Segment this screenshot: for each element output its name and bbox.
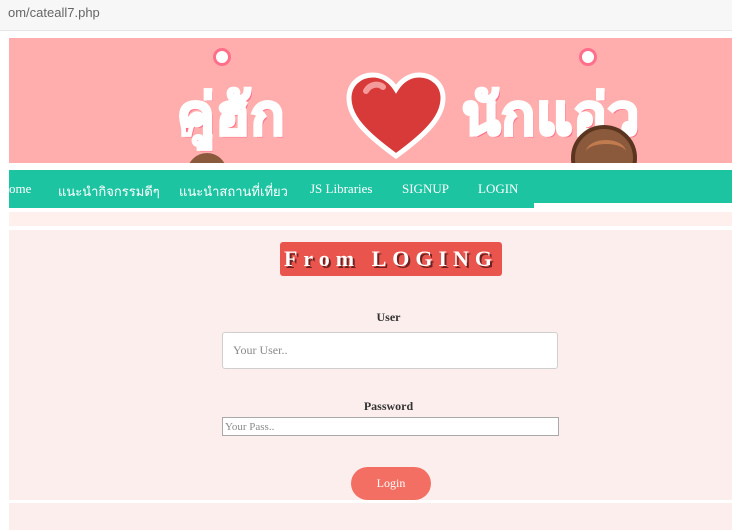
decor-dot [579,48,597,66]
nav-places[interactable]: แนะนำสถานที่เที่ยว [179,181,288,202]
decor-dot [213,48,231,66]
form-title: From LOGING [280,242,502,276]
spacer-band [9,212,732,226]
banner-title-left: คู่ฮัก [176,82,287,150]
nav-signup[interactable]: SIGNUP [402,181,449,197]
header-banner: คู่ฮัก นักแอ่ว [9,38,732,163]
user-label: User [376,310,401,324]
page: om/cateall7.php คู่ฮัก นักแอ่ว ome แนะนำ… [0,0,732,530]
nav-login[interactable]: LOGIN [478,181,518,197]
password-label: Password [363,399,414,413]
footer-band [9,503,732,530]
nav-home[interactable]: ome [9,181,31,197]
nav-js-libraries[interactable]: JS Libraries [310,181,372,197]
login-panel: From LOGING User Password Login [9,230,732,500]
url-text[interactable]: om/cateall7.php [8,5,100,20]
login-button[interactable]: Login [351,467,431,500]
nav-activities[interactable]: แนะนำกิจกรรมดีๆ [58,181,160,202]
password-input[interactable] [222,417,559,436]
nav-filler [534,170,732,208]
user-input[interactable] [222,332,558,369]
main-navigation: ome แนะนำกิจกรรมดีๆ แนะนำสถานที่เที่ยว J… [9,170,732,208]
heart-icon [346,72,446,160]
address-bar[interactable]: om/cateall7.php [0,0,732,31]
